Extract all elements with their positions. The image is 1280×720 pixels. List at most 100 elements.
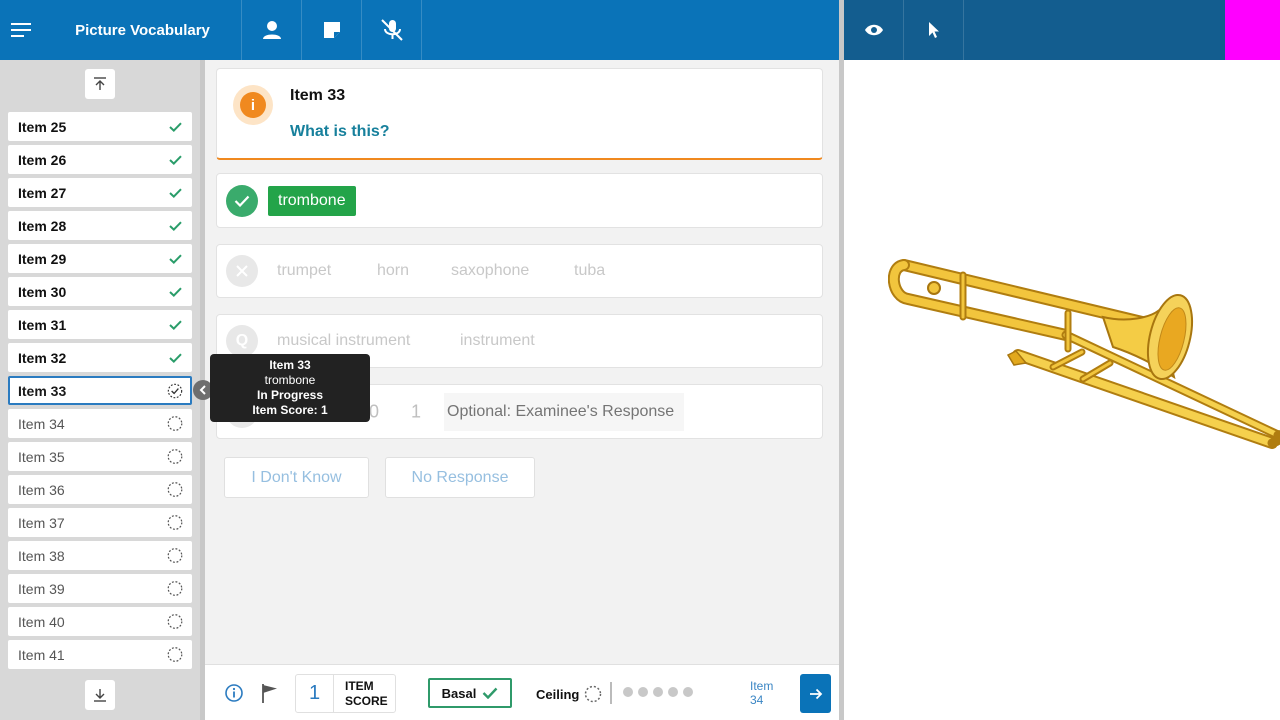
sidebar-item-item-26[interactable]: Item 26 <box>8 145 192 174</box>
top-bar: Picture Vocabulary <box>0 0 839 60</box>
correct-toggle[interactable] <box>226 184 258 217</box>
ceiling-status: Ceiling <box>536 685 602 703</box>
pending-circle-icon <box>167 515 183 531</box>
pending-circle-icon <box>167 581 183 597</box>
score-option-1[interactable]: 1 <box>411 401 421 422</box>
question-prompt: What is this? <box>290 123 390 140</box>
sidebar-item-label: Item 29 <box>18 250 67 267</box>
mic-off-icon <box>380 19 403 41</box>
sidebar-item-label: Item 27 <box>18 184 67 201</box>
check-icon <box>167 350 183 366</box>
examinee-button[interactable] <box>242 0 302 60</box>
next-item-button[interactable] <box>800 674 831 713</box>
score-option-0[interactable]: 0 <box>369 401 379 422</box>
examinee-response-input[interactable] <box>444 393 684 431</box>
sidebar-item-item-27[interactable]: Item 27 <box>8 178 192 207</box>
sidebar-item-item-30[interactable]: Item 30 <box>8 277 192 306</box>
notes-button[interactable] <box>302 0 362 60</box>
tooltip-title: Item 33 <box>269 358 311 372</box>
progress-dot <box>653 687 663 697</box>
arrow-right-icon <box>809 688 822 699</box>
info-badge[interactable]: i <box>233 85 273 125</box>
pending-circle-icon <box>167 482 183 498</box>
dont-know-button[interactable]: I Don't Know <box>224 457 369 498</box>
sidebar-item-label: Item 33 <box>18 382 67 399</box>
check-icon <box>167 152 183 168</box>
sidebar-item-item-31[interactable]: Item 31 <box>8 310 192 339</box>
item-number: Item 33 <box>290 87 346 104</box>
sidebar-item-item-35[interactable]: Item 35 <box>8 442 192 471</box>
sidebar-item-item-28[interactable]: Item 28 <box>8 211 192 240</box>
incorrect-option-saxophone[interactable]: saxophone <box>451 262 529 280</box>
sidebar-item-item-29[interactable]: Item 29 <box>8 244 192 273</box>
arrow-down-to-line-icon <box>94 689 106 702</box>
info-circle-icon[interactable] <box>224 683 244 703</box>
progress-dot <box>683 687 693 697</box>
preview-button[interactable] <box>844 0 904 60</box>
sidebar-item-label: Item 34 <box>18 415 65 432</box>
no-response-button[interactable]: No Response <box>385 457 535 498</box>
incorrect-option-horn[interactable]: horn <box>377 262 409 280</box>
check-icon <box>167 317 183 333</box>
correct-answer-chip[interactable]: trombone <box>268 186 356 216</box>
incorrect-option-tuba[interactable]: tuba <box>574 262 605 280</box>
item-score-value: 1 <box>296 675 334 712</box>
scroll-to-top-button[interactable] <box>85 69 115 99</box>
incorrect-option-trumpet[interactable]: trumpet <box>277 262 331 280</box>
scroll-to-bottom-button[interactable] <box>85 680 115 710</box>
query-option-musical-instrument[interactable]: musical instrument <box>277 332 410 350</box>
sidebar-item-item-33[interactable]: Item 33 <box>8 376 192 405</box>
item-score-box: 1 ITEM SCORE <box>295 674 396 713</box>
sidebar-item-item-38[interactable]: Item 38 <box>8 541 192 570</box>
sidebar-item-label: Item 40 <box>18 613 65 630</box>
check-icon <box>234 195 250 207</box>
sidebar-item-item-37[interactable]: Item 37 <box>8 508 192 537</box>
query-toggle[interactable]: Q <box>226 325 258 357</box>
sidebar-item-label: Item 35 <box>18 448 65 465</box>
item-score-label-line2: SCORE <box>345 693 388 708</box>
sidebar-item-label: Item 37 <box>18 514 65 531</box>
mute-mic-button[interactable] <box>362 0 422 60</box>
sidebar-item-item-41[interactable]: Item 41 <box>8 640 192 669</box>
query-icon: Q <box>235 332 249 349</box>
trombone-image <box>888 259 1280 449</box>
question-card: i Item 33 What is this? <box>216 68 823 160</box>
stimulus-toolbar <box>844 0 1280 60</box>
item-list: Item 25 Item 26 Item 27 Item 28 Item 29 Item … <box>0 104 200 676</box>
sidebar-item-label: Item 31 <box>18 316 67 333</box>
pending-circle-icon <box>167 416 183 432</box>
sidebar-item-item-36[interactable]: Item 36 <box>8 475 192 504</box>
progress-dot <box>668 687 678 697</box>
progress-dot <box>638 687 648 697</box>
sidebar-item-item-32[interactable]: Item 32 <box>8 343 192 372</box>
ceiling-label: Ceiling <box>536 686 580 702</box>
incorrect-response-row: trumpet horn saxophone tuba <box>216 244 823 298</box>
progress-dot <box>623 687 633 697</box>
incorrect-toggle[interactable] <box>226 255 258 287</box>
sidebar-item-item-40[interactable]: Item 40 <box>8 607 192 636</box>
sidebar-item-item-34[interactable]: Item 34 <box>8 409 192 438</box>
menu-button[interactable] <box>0 0 44 60</box>
sidebar-item-label: Item 39 <box>18 580 65 597</box>
sidebar-item-item-25[interactable]: Item 25 <box>8 112 192 141</box>
pointer-button[interactable] <box>904 0 964 60</box>
tooltip-score: Item Score: 1 <box>252 403 328 417</box>
query-option-instrument[interactable]: instrument <box>460 332 535 350</box>
sidebar-item-label: Item 36 <box>18 481 65 498</box>
next-item-label-line1: Item <box>750 679 774 693</box>
pending-circle-icon <box>585 685 602 703</box>
sidebar-item-item-39[interactable]: Item 39 <box>8 574 192 603</box>
check-icon <box>167 119 183 135</box>
basal-status: Basal <box>428 678 512 708</box>
basal-label: Basal <box>441 685 477 701</box>
sidebar-item-label: Item 32 <box>18 349 67 366</box>
item-score-label: ITEM SCORE <box>334 679 388 709</box>
check-icon <box>167 218 183 234</box>
ceiling-progress-dots <box>623 687 693 697</box>
pointer-icon <box>928 22 939 38</box>
pending-circle-icon <box>167 647 183 663</box>
next-item-label-line2: 34 <box>750 693 764 707</box>
footer-bar: 1 ITEM SCORE Basal Ceiling Item 34 <box>205 664 839 720</box>
ceiling-separator <box>610 682 612 704</box>
flag-icon[interactable] <box>260 682 280 704</box>
